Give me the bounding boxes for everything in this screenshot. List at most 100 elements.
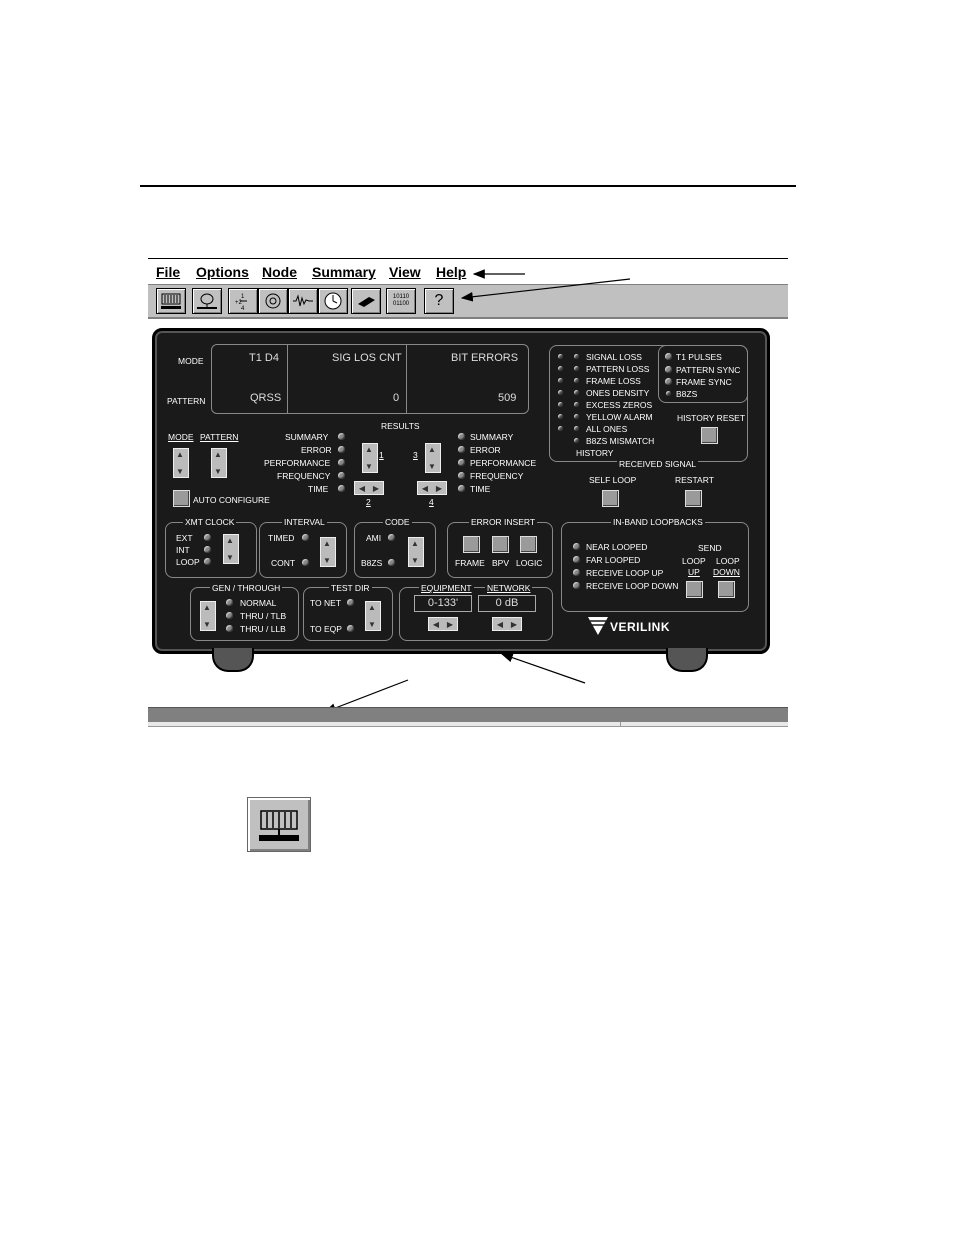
inband-led xyxy=(573,582,580,589)
bpv-error-label: BPV xyxy=(492,558,510,568)
results-selector-2[interactable]: ◀ ▶ xyxy=(354,481,384,495)
status-divider xyxy=(620,722,621,726)
interval-stepper[interactable] xyxy=(320,537,336,567)
status-led xyxy=(574,390,579,395)
auto-configure-label: AUTO CONFIGURE xyxy=(193,495,270,505)
inband-led xyxy=(573,556,580,563)
selector-1-label: 1 xyxy=(379,450,384,460)
logic-error-button[interactable] xyxy=(520,536,537,553)
mode-stepper[interactable] xyxy=(173,448,189,478)
equipment-title: EQUIPMENT xyxy=(419,583,474,593)
network-selector[interactable]: ◀ ▶ xyxy=(492,617,522,631)
results-right-led xyxy=(458,485,465,492)
history-led xyxy=(558,414,563,419)
status-led xyxy=(574,366,579,371)
panel-foot-left xyxy=(212,648,254,672)
code-led xyxy=(388,534,395,541)
gen-through-stepper[interactable] xyxy=(200,601,216,631)
auto-configure-button[interactable] xyxy=(173,490,190,507)
equipment-readout: 0-133' xyxy=(414,595,472,612)
xmt-clock-stepper[interactable] xyxy=(223,534,239,564)
selector-3-label: 3 xyxy=(413,450,418,460)
test-led xyxy=(347,599,354,606)
loop-down-button[interactable] xyxy=(718,581,735,598)
interval-cont: CONT xyxy=(271,558,296,568)
brand-name: VERILINK xyxy=(610,620,671,634)
status-signal-loss: SIGNAL LOSS xyxy=(586,352,642,362)
status-led xyxy=(574,402,579,407)
receive-loop-down: RECEIVE LOOP DOWN xyxy=(586,581,679,591)
status-frame-loss: FRAME LOSS xyxy=(586,376,641,386)
results-right-led xyxy=(458,433,465,440)
signal-t1-pulses: T1 PULSES xyxy=(676,352,722,362)
mode-label: MODE xyxy=(178,356,204,366)
inband-title: IN-BAND LOOPBACKS xyxy=(611,517,705,527)
loop-up-button[interactable] xyxy=(686,581,703,598)
results-left-error: ERROR xyxy=(301,445,332,455)
status-led xyxy=(574,438,579,443)
bit-errors-label: BIT ERRORS xyxy=(451,352,519,364)
test-led xyxy=(347,625,354,632)
interval-timed: TIMED xyxy=(268,533,295,543)
gen-led xyxy=(226,599,233,606)
results-left-led xyxy=(338,433,345,440)
results-selector-3[interactable] xyxy=(425,443,441,473)
status-b8zs-mismatch: B8ZS MISMATCH xyxy=(586,436,655,446)
status-yellow-alarm: YELLOW ALARM xyxy=(586,412,653,422)
restart-button[interactable] xyxy=(685,490,702,507)
results-left-time: TIME xyxy=(308,484,329,494)
results-left-led xyxy=(338,446,345,453)
loop-up-label-1: LOOP xyxy=(682,556,706,566)
results-right-led xyxy=(458,459,465,466)
code-stepper[interactable] xyxy=(408,537,424,567)
history-led xyxy=(558,366,563,371)
test-dir-stepper[interactable] xyxy=(365,601,381,631)
frame-error-button[interactable] xyxy=(463,536,480,553)
code-title: CODE xyxy=(383,517,412,527)
history-reset-label: HISTORY RESET xyxy=(677,413,746,423)
self-loop-button[interactable] xyxy=(602,490,619,507)
gen-led xyxy=(226,625,233,632)
results-left-led xyxy=(338,485,345,492)
history-led xyxy=(558,402,563,407)
code-ami: AMI xyxy=(366,533,382,543)
results-right-led xyxy=(458,472,465,479)
loop-down-label-1: LOOP xyxy=(716,556,740,566)
interval-led xyxy=(302,534,309,541)
history-led xyxy=(558,390,563,395)
bpv-error-button[interactable] xyxy=(492,536,509,553)
status-all-ones: ALL ONES xyxy=(586,424,628,434)
signal-led xyxy=(665,378,672,385)
results-selector-1[interactable] xyxy=(362,443,378,473)
status-led xyxy=(574,414,579,419)
pattern-control-label: PATTERN xyxy=(200,432,239,442)
results-right-performance: PERFORMANCE xyxy=(470,458,537,468)
pattern-label: PATTERN xyxy=(167,396,206,406)
status-bar xyxy=(148,707,788,723)
front-panel-icon-large xyxy=(247,797,311,852)
interval-title: INTERVAL xyxy=(282,517,327,527)
status-led xyxy=(574,378,579,383)
test-dir-title: TEST DIR xyxy=(329,583,372,593)
far-looped: FAR LOOPED xyxy=(586,555,641,565)
results-selector-4[interactable]: ◀ ▶ xyxy=(417,481,447,495)
equipment-selector[interactable]: ◀ ▶ xyxy=(428,617,458,631)
results-right-led xyxy=(458,446,465,453)
history-led xyxy=(558,426,563,431)
test-to-net: TO NET xyxy=(310,598,342,608)
pattern-stepper[interactable] xyxy=(211,448,227,478)
results-left-led xyxy=(338,459,345,466)
restart-label: RESTART xyxy=(675,475,714,485)
frame-error-label: FRAME xyxy=(455,558,485,568)
history-reset-button[interactable] xyxy=(701,427,718,444)
selector-4-label: 4 xyxy=(429,497,434,507)
test-to-eqp: TO EQP xyxy=(310,624,342,634)
bit-errors-value: 509 xyxy=(498,392,517,404)
signal-led xyxy=(665,353,672,360)
gen-thru-tlb: THRU / TLB xyxy=(240,611,287,621)
gen-through-title: GEN / THROUGH xyxy=(210,583,283,593)
signal-frame-sync: FRAME SYNC xyxy=(676,377,732,387)
signal-pattern-sync: PATTERN SYNC xyxy=(676,365,741,375)
receive-loop-up: RECEIVE LOOP UP xyxy=(586,568,664,578)
loop-up-label-2: UP xyxy=(688,567,700,577)
